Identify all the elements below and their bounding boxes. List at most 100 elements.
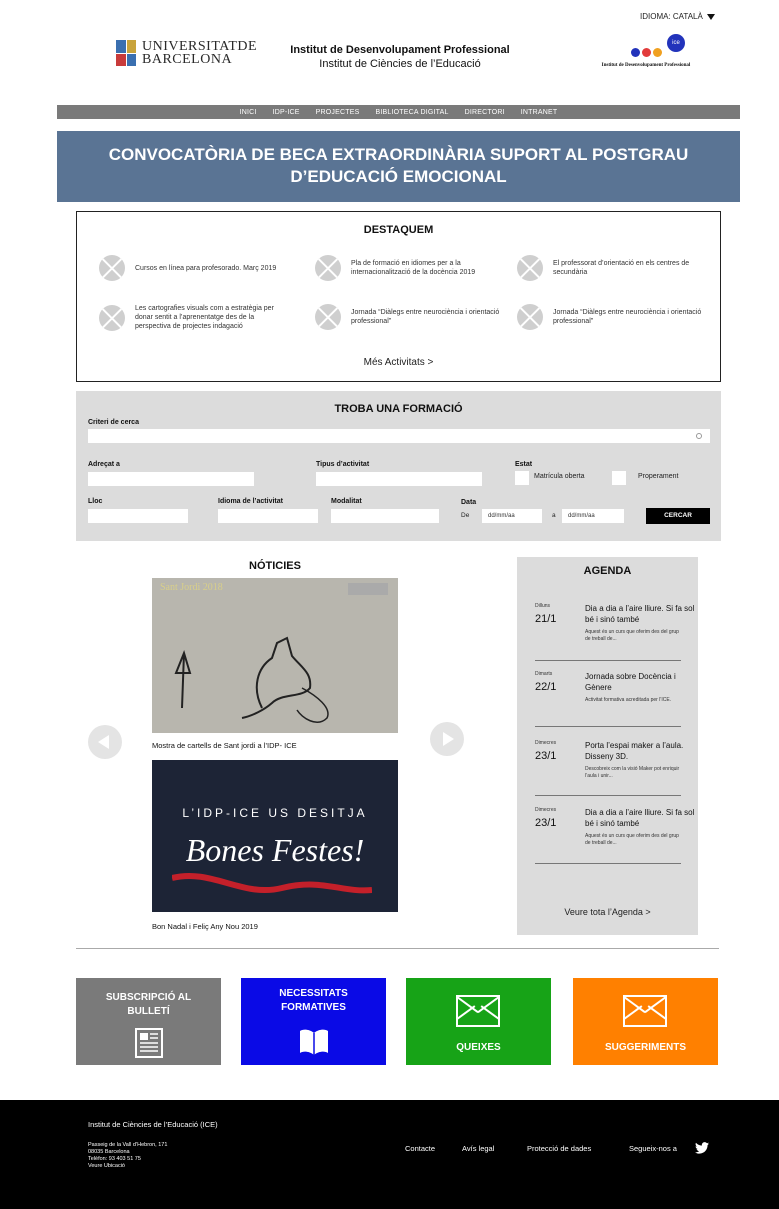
date-from-input[interactable]: dd/mm/aa	[482, 509, 542, 523]
envelope-icon	[623, 995, 667, 1027]
hero-line2: D’EDUCACIÓ EMOCIONAL	[290, 167, 507, 186]
tile-label-line2: BULLETÍ	[127, 1006, 170, 1017]
book-icon	[300, 1029, 328, 1055]
formatives-tile[interactable]: NECESSITATS FORMATIVES	[241, 978, 386, 1065]
tipus-label: Tipus d’activitat	[316, 461, 370, 468]
adrecat-field[interactable]	[88, 472, 254, 486]
estat-label: Estat	[515, 461, 533, 468]
nav-item-directori[interactable]: DIRECTORI	[465, 109, 505, 116]
divider	[535, 863, 681, 864]
agenda-item[interactable]: Dimarts 22/1 Jornada sobre Docència i Gè…	[535, 671, 683, 721]
data-label: Data	[461, 499, 477, 506]
matricula-checkbox[interactable]	[515, 471, 529, 485]
agenda-date: 23/1	[535, 817, 557, 829]
destaquem-item[interactable]: Les cartografies visuals com a estratègi…	[99, 304, 289, 331]
news-item-caption[interactable]: Bon Nadal i Feliç Any Nou 2019	[152, 922, 258, 931]
queixes-tile[interactable]: QUEIXES	[406, 978, 551, 1065]
image-placeholder-icon	[99, 304, 125, 331]
destaquem-panel: DESTAQUEM Cursos en línea para profesora…	[76, 211, 721, 382]
properament-checkbox[interactable]	[612, 471, 626, 485]
news-item-caption[interactable]: Mostra de cartells de Sant jordi a l’IDP…	[152, 741, 297, 750]
destaquem-item[interactable]: El professorat d’orientació en els centr…	[517, 255, 707, 281]
destaquem-item[interactable]: Jornada “Diàlegs entre neurociència i or…	[517, 304, 707, 330]
suggeriments-tile[interactable]: SUGGERIMENTS	[573, 978, 718, 1065]
idioma-field[interactable]	[218, 509, 318, 523]
agenda-date: 22/1	[535, 681, 557, 693]
agenda-item[interactable]: Dimecres 23/1 Dia a dia a l’aire lliure.…	[535, 807, 694, 857]
search-input[interactable]	[88, 429, 710, 443]
image-placeholder-icon	[315, 255, 341, 281]
destaquem-item[interactable]: Pla de formació en idiomes per a la inte…	[315, 255, 505, 281]
news-title: NÓTICIES	[249, 560, 301, 572]
footer-location-link[interactable]: Veure Ubicació	[88, 1163, 167, 1170]
tipus-field[interactable]	[316, 472, 482, 486]
search-icon[interactable]	[696, 433, 702, 439]
date-to-input[interactable]: dd/mm/aa	[562, 509, 624, 523]
agenda-date: 21/1	[535, 613, 557, 625]
agenda-day: Dimarts	[535, 671, 553, 677]
search-panel: TROBA UNA FORMACIÓ Criteri de cerca Adre…	[76, 391, 721, 541]
ub-logo-line2: BARCELONA	[142, 52, 233, 67]
agenda-day: Dilluns	[535, 603, 551, 609]
destaquem-item-text: Jornada “Diàlegs entre neurociència i or…	[553, 309, 702, 325]
prev-arrow-icon[interactable]	[88, 725, 122, 759]
footer-link-proteccio[interactable]: Protecció de dades	[527, 1144, 591, 1153]
ub-logo[interactable]: UNIVERSITATDE BARCELONA	[116, 40, 257, 67]
nav-item-biblioteca[interactable]: BIBLIOTECA DIGITAL	[375, 109, 448, 116]
footer-address-line: 08035 Barcelona	[88, 1149, 130, 1155]
language-selector[interactable]: IDIOMA: CATALÀ	[640, 12, 715, 21]
destaquem-item[interactable]: Cursos en línea para profesorado. Març 2…	[99, 255, 289, 281]
image-placeholder-icon	[517, 255, 543, 281]
footer-link-avis-legal[interactable]: Avís legal	[462, 1144, 494, 1153]
modalitat-field[interactable]	[331, 509, 439, 523]
idp-logo[interactable]: ice Institut de Desenvolupament Professi…	[596, 34, 696, 69]
divider	[535, 726, 681, 727]
hero-banner[interactable]: CONVOCATÒRIA DE BECA EXTRAORDINÀRIA SUPO…	[57, 131, 740, 202]
news-image-sant-jordi[interactable]: Sant Jordi 2018	[152, 578, 398, 733]
a-label: a	[552, 512, 556, 519]
destaquem-item[interactable]: Jornada “Diàlegs entre neurociència i or…	[315, 304, 505, 330]
idp-logo-subtitle: Institut de Desenvolupament Professional	[601, 63, 691, 68]
site-title-line1: Institut de Desenvolupament Professional	[290, 44, 510, 56]
image-placeholder-icon	[99, 255, 125, 281]
next-arrow-icon[interactable]	[430, 722, 464, 756]
agenda-day: Dimecres	[535, 807, 557, 813]
nav-item-idp-ice[interactable]: IDP-ICE	[273, 109, 300, 116]
nav-item-projectes[interactable]: PROJECTES	[316, 109, 360, 116]
agenda-item[interactable]: Dimecres 23/1 Porta l’espai maker a l’au…	[535, 740, 683, 790]
news-image-bones-festes[interactable]: L’IDP-ICE US DESITJA Bones Festes!	[152, 760, 398, 912]
footer-org-name: Institut de Ciències de l’Educació (ICE)	[88, 1120, 218, 1129]
agenda-item[interactable]: Dilluns 21/1 Dia a dia a l’aire lliure. …	[535, 603, 694, 653]
footer-address-line: Passeig de la Vall d’Hebron, 171	[88, 1142, 168, 1148]
agenda-day: Dimecres	[535, 740, 557, 746]
adrecat-label: Adreçat a	[88, 461, 120, 468]
lloc-label: Lloc	[88, 498, 103, 505]
ribbon-decoration	[172, 872, 372, 894]
envelope-icon	[456, 995, 500, 1027]
agenda-date: 23/1	[535, 750, 557, 762]
cercar-button[interactable]: CERCAR	[646, 508, 710, 524]
footer: Institut de Ciències de l’Educació (ICE)…	[0, 1100, 779, 1209]
subscription-tile[interactable]: SUBSCRIPCIÓ AL BULLETÍ	[76, 978, 221, 1065]
nav-item-intranet[interactable]: INTRANET	[521, 109, 558, 116]
tile-label: SUGGERIMENTS	[604, 1042, 687, 1053]
destaquem-item-text: Pla de formació en idiomes per a la inte…	[351, 260, 476, 276]
nav-item-inici[interactable]: INICI	[240, 109, 257, 116]
agenda-title: AGENDA	[583, 565, 632, 577]
see-all-agenda-link[interactable]: Veure tota l’Agenda >	[517, 907, 698, 917]
agenda-item-title: Porta l’espai maker a l’aula. Disseny 3D…	[585, 741, 684, 761]
news-image2-line1: L’IDP-ICE US DESITJA	[182, 806, 368, 820]
ice-logo-icon: ice	[667, 34, 685, 52]
drawing-illustration	[174, 636, 329, 723]
lloc-field[interactable]	[88, 509, 188, 523]
twitter-icon[interactable]	[695, 1142, 709, 1154]
more-activities-link[interactable]: Més Activitats >	[77, 357, 720, 368]
image-placeholder-icon	[315, 304, 341, 330]
tile-label-line1: SUBSCRIPCIÓ AL	[105, 992, 192, 1003]
footer-link-contacte[interactable]: Contacte	[405, 1144, 435, 1153]
agenda-item-desc: Activitat formativa acreditada per l’ICE…	[585, 697, 672, 703]
agenda-item-desc: Aquest és un curs que oferim des del gru…	[585, 629, 679, 642]
ub-shield-icon	[116, 40, 136, 66]
agenda-item-title: Dia a dia a l’aire lliure. Si fa sol bé …	[585, 808, 695, 828]
destaquem-item-text: Les cartografies visuals com a estratègi…	[135, 305, 274, 330]
